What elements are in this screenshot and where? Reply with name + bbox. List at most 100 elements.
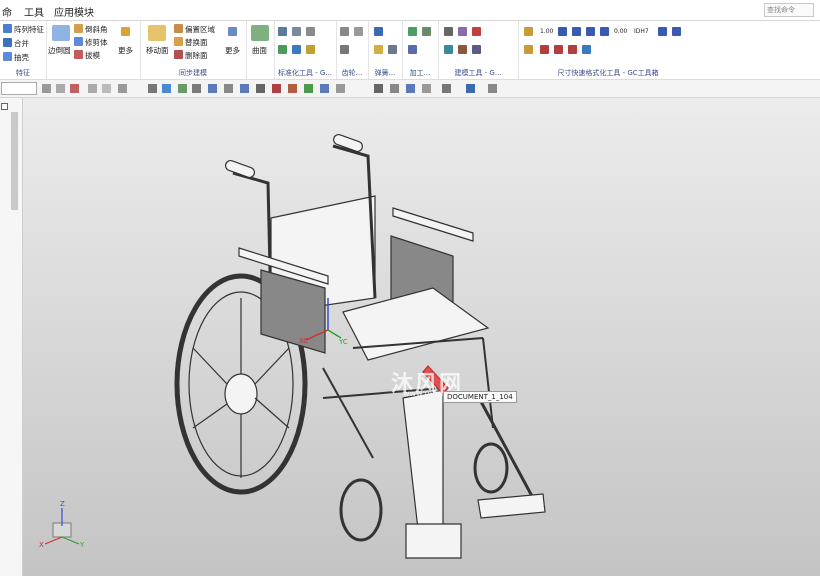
more-sync-button[interactable]: 更多 xyxy=(225,45,240,56)
chamfer-icon xyxy=(74,24,83,33)
shell-button[interactable]: 抽壳 xyxy=(14,52,29,63)
washer-icon xyxy=(278,45,287,54)
perpendicular-icon[interactable] xyxy=(336,84,345,93)
front-caster-left xyxy=(339,478,383,542)
table-icon xyxy=(444,45,453,54)
spring-settings-icon xyxy=(388,45,397,54)
midpoint-icon[interactable] xyxy=(304,84,313,93)
more-features-icon xyxy=(121,27,130,36)
solid-icon[interactable] xyxy=(162,84,171,93)
resource-bar xyxy=(0,98,23,576)
view-triad-z-label: Z xyxy=(60,500,65,508)
box-select-icon[interactable] xyxy=(118,84,127,93)
rear-wheel-hub xyxy=(224,373,258,415)
delete-face-icon xyxy=(174,50,183,59)
point-icon[interactable] xyxy=(102,84,111,93)
offset-region-icon xyxy=(174,24,183,33)
draft-button[interactable]: 拔模 xyxy=(85,50,100,61)
pattern-feature-button[interactable]: 阵列特征 xyxy=(14,24,44,35)
intersect-icon[interactable] xyxy=(256,84,265,93)
graphics-viewport[interactable]: XC YC Z X Y 沐风网 www.mfcad.com DOCUMENT_1… xyxy=(23,98,820,576)
select-face-icon[interactable] xyxy=(70,84,79,93)
tolerance-3-icon xyxy=(586,27,595,36)
ribbon-group-label-standard[interactable]: 标准化工具 - G... xyxy=(274,68,336,78)
surface-button[interactable]: 曲面 xyxy=(252,45,267,56)
chamfer-button[interactable]: 倒斜角 xyxy=(85,24,108,35)
view-icon[interactable] xyxy=(374,84,383,93)
ribbon: 阵列特征 合并 抽壳 特征 边倒圆 倒斜角 修剪体 拔模 更多 移动面 偏置区域… xyxy=(0,21,820,80)
ribbon-group-label-machining[interactable]: 加工... xyxy=(402,68,438,78)
ribbon-group-label-dimension[interactable]: 尺寸快速格式化工具 - GC工具箱 xyxy=(518,68,698,78)
surface-icon xyxy=(251,25,269,41)
ribbon-group-feature: 阵列特征 合并 抽壳 特征 xyxy=(0,21,47,79)
command-search-placeholder: 查找命令 xyxy=(767,6,795,14)
view-triad: Z X Y xyxy=(39,500,85,549)
footplate-left xyxy=(405,523,462,559)
ribbon-group-label-modeling[interactable]: 建模工具 - G... xyxy=(438,68,518,78)
line-icon[interactable] xyxy=(192,84,201,93)
delete-face-button[interactable]: 删除面 xyxy=(185,50,208,61)
format-idh7-button[interactable]: IDH7 xyxy=(634,28,649,35)
menu-item-partial[interactable]: 命 xyxy=(2,4,12,19)
snap-icon[interactable] xyxy=(42,84,51,93)
edge-blend-button[interactable]: 边倒圆 xyxy=(48,45,71,56)
unite-icon xyxy=(3,38,12,47)
vertex-icon[interactable] xyxy=(240,84,249,93)
section-view-icon[interactable] xyxy=(488,84,497,93)
lasso-icon[interactable] xyxy=(88,84,97,93)
ribbon-group-machining: 加工... xyxy=(402,21,439,79)
spur-gear-icon xyxy=(340,45,349,54)
parameter-icon xyxy=(458,45,467,54)
command-search-input[interactable]: 查找命令 xyxy=(764,3,814,17)
tree-node-icon[interactable] xyxy=(1,103,8,110)
replace-face-button[interactable]: 替换面 xyxy=(185,37,208,48)
ribbon-group-standard-tools: 标准化工具 - G... xyxy=(274,21,337,79)
edge-blend-icon xyxy=(52,25,70,41)
rotate-icon[interactable] xyxy=(406,84,415,93)
key-icon xyxy=(306,45,315,54)
view-triad-x-label: X xyxy=(39,541,44,549)
trim-body-button[interactable]: 修剪体 xyxy=(85,37,108,48)
select-icon[interactable] xyxy=(56,84,65,93)
more-features-button[interactable]: 更多 xyxy=(118,45,133,56)
ribbon-group-label-gear[interactable]: 齿轮... xyxy=(336,68,368,78)
gear-icon xyxy=(340,27,349,36)
tolerance-4-icon xyxy=(600,27,609,36)
ruler-icon xyxy=(472,45,481,54)
ribbon-group-gear: 齿轮... xyxy=(336,21,369,79)
format-100-button[interactable]: 1.00 xyxy=(540,28,553,35)
tangent-icon[interactable] xyxy=(320,84,329,93)
ribbon-group-label-spring[interactable]: 弹簧... xyxy=(368,68,402,78)
ribbon-group-detail: 边倒圆 倒斜角 修剪体 拔模 更多 xyxy=(46,21,141,79)
trim-body-icon xyxy=(74,37,83,46)
machining-icon xyxy=(422,27,431,36)
diameter-icon xyxy=(554,45,563,54)
check-icon xyxy=(408,27,417,36)
center-icon[interactable] xyxy=(272,84,281,93)
render-style-icon[interactable] xyxy=(422,84,431,93)
ribbon-group-label-feature: 特征 xyxy=(16,69,30,77)
snap-grid-icon[interactable] xyxy=(178,84,187,93)
shaded-icon[interactable] xyxy=(148,84,157,93)
quadrant-icon[interactable] xyxy=(288,84,297,93)
offset-region-button[interactable]: 偏置区域 xyxy=(185,24,215,35)
format-000-button[interactable]: 0.00 xyxy=(614,28,627,35)
shell-icon xyxy=(3,52,12,61)
move-face-button[interactable]: 移动面 xyxy=(146,45,169,56)
menu-item-tools[interactable]: 工具 xyxy=(24,4,44,19)
resource-scrollbar[interactable] xyxy=(11,112,18,210)
triangle-icon xyxy=(444,27,453,36)
ribbon-group-modeling-tools: 建模工具 - G... xyxy=(438,21,519,79)
right-armrest xyxy=(392,207,474,242)
fit-view-icon[interactable] xyxy=(390,84,399,93)
curve-icon[interactable] xyxy=(224,84,233,93)
footplate-right xyxy=(477,493,546,519)
layer-icon[interactable] xyxy=(442,84,451,93)
selection-filter-dropdown[interactable] xyxy=(1,82,37,95)
cube-view-icon[interactable] xyxy=(466,84,475,93)
unite-button[interactable]: 合并 xyxy=(14,38,29,49)
menu-item-applications[interactable]: 应用模块 xyxy=(54,4,94,19)
arc-icon[interactable] xyxy=(208,84,217,93)
move-face-icon xyxy=(148,25,166,41)
ribbon-group-spring: 弹簧... xyxy=(368,21,403,79)
